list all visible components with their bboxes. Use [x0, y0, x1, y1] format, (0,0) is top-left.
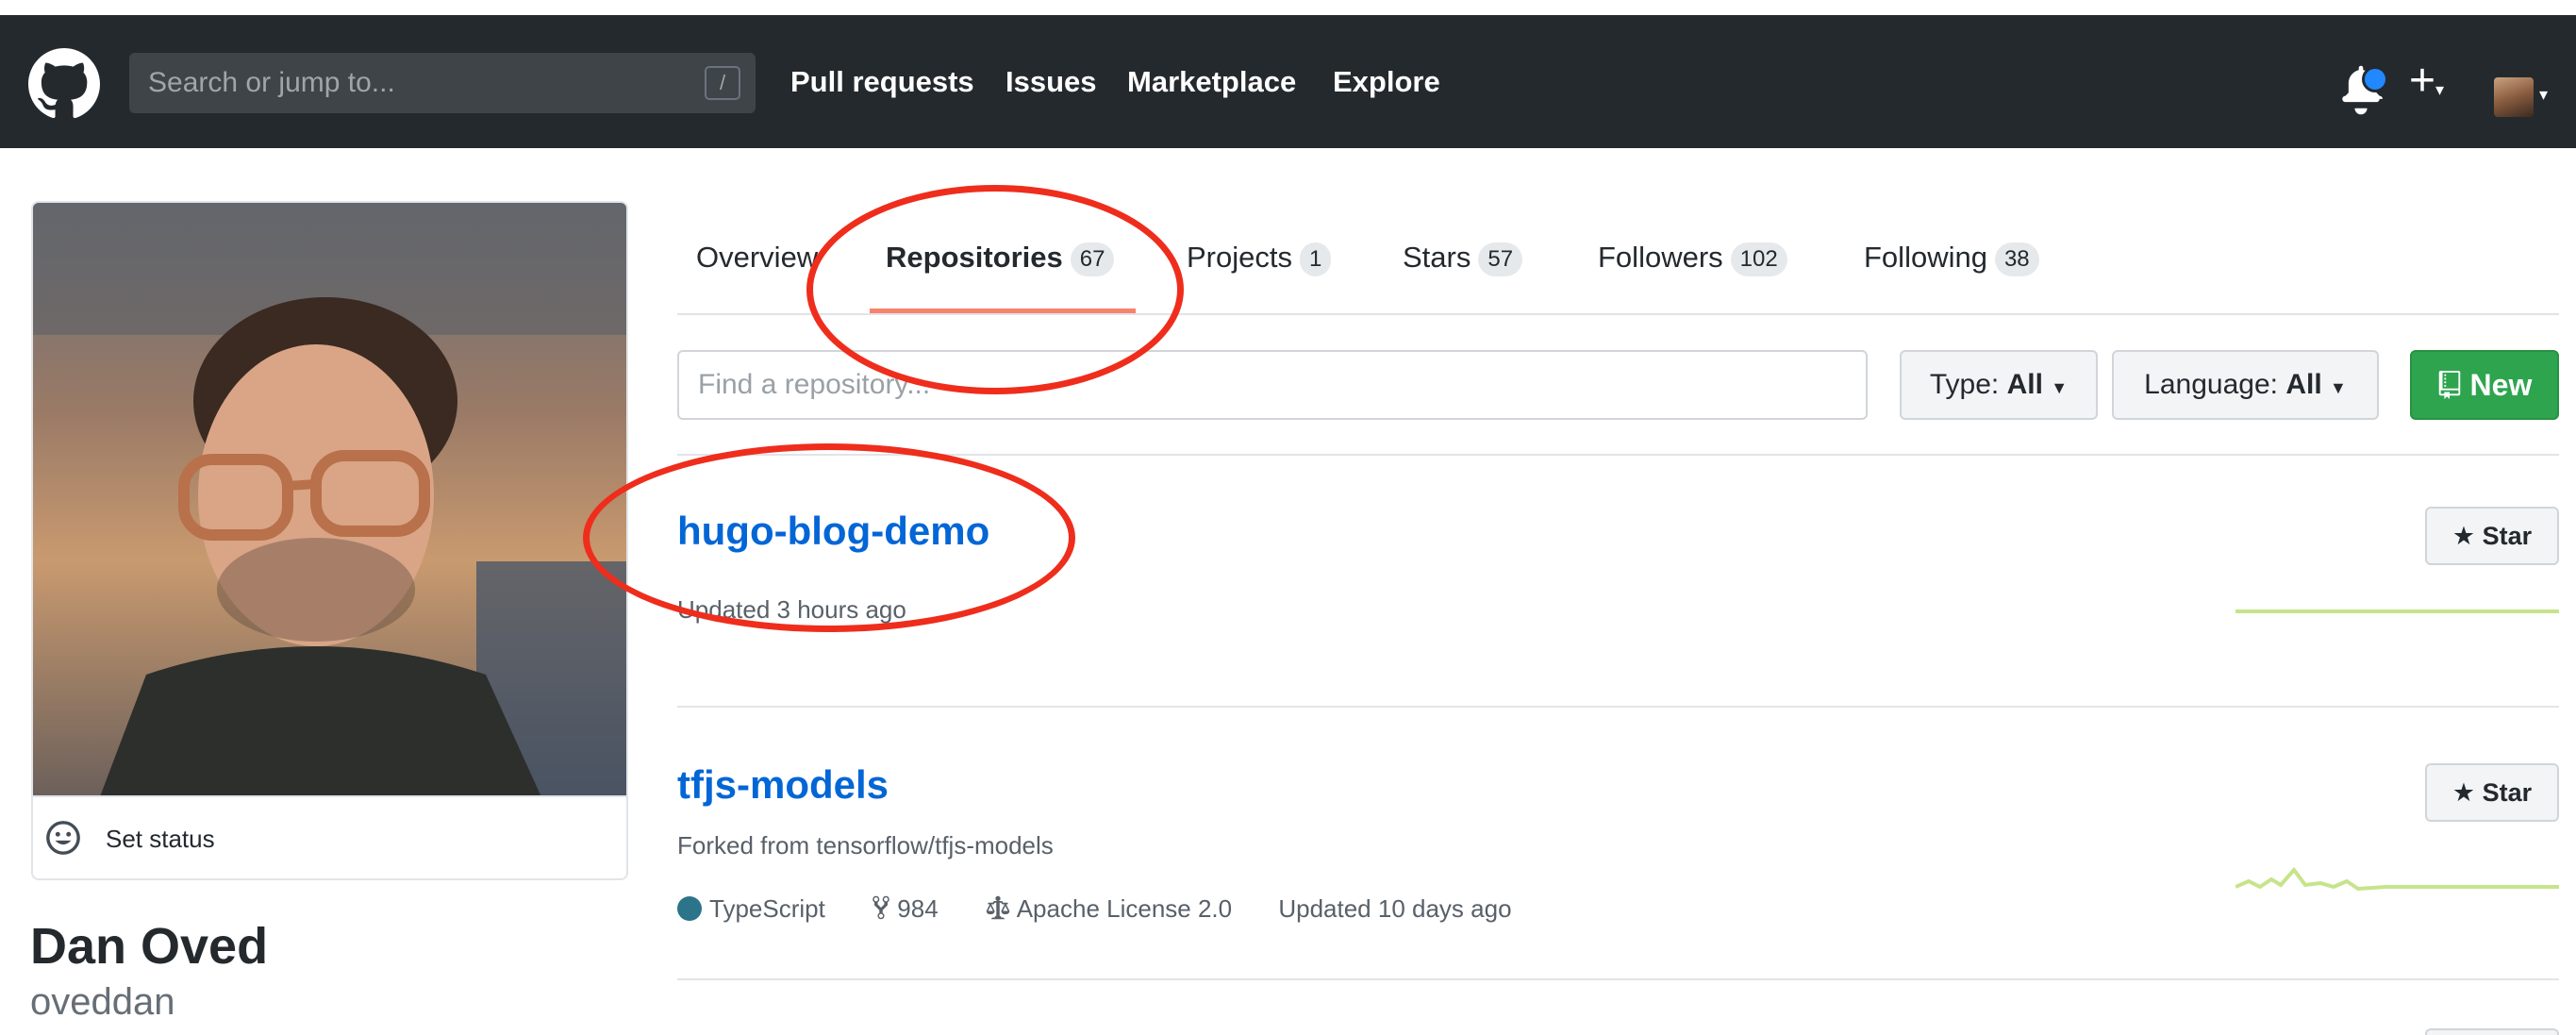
new-repository-button[interactable]: New: [2410, 350, 2559, 420]
chevron-down-icon: ▼: [2051, 378, 2069, 397]
star-button[interactable]: ★ Star: [2425, 507, 2559, 565]
repo-fork-source: Forked from tensorflow/tfjs-models: [677, 831, 1054, 860]
language-label: TypeScript: [709, 894, 825, 923]
nav-pull-requests[interactable]: Pull requests: [790, 15, 974, 148]
list-divider: [677, 454, 2559, 456]
repo-icon: [2438, 371, 2460, 399]
notification-indicator: [2362, 66, 2388, 92]
tab-label: Following: [1864, 241, 1987, 274]
type-filter-dropdown[interactable]: Type: All ▼: [1900, 350, 2098, 420]
repo-license: Apache License 2.0: [985, 894, 1232, 923]
repo-language: TypeScript: [677, 894, 825, 923]
tab-overview[interactable]: Overview: [696, 231, 818, 284]
star-icon: ★: [2451, 778, 2476, 807]
profile-avatar[interactable]: [31, 201, 628, 797]
tab-counter: 1: [1299, 242, 1332, 276]
activity-sparkline: [2235, 866, 2559, 892]
law-scale-icon: [986, 895, 1010, 920]
annotation-circle-repo-name: [583, 443, 1075, 632]
star-button-label: Star: [2482, 522, 2533, 550]
tab-projects[interactable]: Projects 1: [1187, 231, 1332, 284]
tab-label: Followers: [1598, 241, 1723, 274]
repo-link-tfjs-models[interactable]: tfjs-models: [677, 762, 889, 808]
nav-marketplace[interactable]: Marketplace: [1127, 15, 1296, 148]
language-filter-dropdown[interactable]: Language: All ▼: [2112, 350, 2379, 420]
search-shortcut-key: /: [705, 66, 740, 100]
list-divider: [677, 978, 2559, 980]
repo-meta-row: TypeScript 984 Apache License 2.0 Update…: [677, 894, 1512, 924]
fork-count: 984: [897, 894, 939, 923]
tab-counter: 57: [1478, 242, 1523, 276]
global-search[interactable]: /: [129, 53, 756, 113]
tab-followers[interactable]: Followers 102: [1598, 231, 1787, 284]
repo-updated-time: Updated 10 days ago: [1278, 894, 1512, 923]
star-button[interactable]: ★ Star: [2425, 763, 2559, 822]
language-filter-label: Language:: [2144, 369, 2278, 400]
language-filter-value: All: [2285, 369, 2322, 400]
tab-label: Projects: [1187, 241, 1292, 274]
tab-counter: 102: [1730, 242, 1787, 276]
create-new-dropdown[interactable]: +▾: [2409, 55, 2444, 108]
chevron-down-icon[interactable]: ▾: [2539, 85, 2548, 105]
search-input[interactable]: [148, 67, 676, 99]
tab-label: Overview: [696, 241, 819, 274]
star-icon: ★: [2451, 522, 2476, 550]
chevron-down-icon: ▼: [2330, 378, 2347, 397]
profile-username: oveddan: [30, 981, 175, 1023]
star-button[interactable]: [2425, 1028, 2559, 1035]
nav-explore[interactable]: Explore: [1333, 15, 1440, 148]
smiley-icon: [46, 821, 80, 855]
license-label: Apache License 2.0: [1016, 894, 1233, 923]
tab-stars[interactable]: Stars 57: [1403, 231, 1523, 284]
profile-display-name: Dan Oved: [30, 918, 269, 975]
tab-counter: 38: [1994, 242, 2039, 276]
star-button-label: Star: [2482, 778, 2533, 807]
tab-following[interactable]: Following 38: [1864, 231, 2039, 284]
chevron-down-icon: ▾: [2435, 80, 2445, 99]
global-header: / Pull requests Issues Marketplace Explo…: [0, 15, 2576, 148]
annotation-circle-repositories-tab: [806, 185, 1184, 394]
type-filter-label: Type:: [1929, 369, 2000, 400]
fork-icon: [873, 895, 889, 920]
list-divider: [677, 706, 2559, 708]
plus-icon: +: [2409, 56, 2436, 106]
type-filter-value: All: [2006, 369, 2043, 400]
language-color-dot: [677, 896, 702, 921]
activity-sparkline: [2235, 609, 2559, 613]
profile-photo-image: [33, 203, 626, 795]
user-avatar-menu[interactable]: [2494, 77, 2534, 117]
new-button-label: New: [2469, 368, 2533, 402]
github-logo-icon[interactable]: [28, 48, 100, 120]
set-status-label[interactable]: Set status: [106, 821, 215, 857]
nav-issues[interactable]: Issues: [1005, 15, 1097, 148]
tab-label: Stars: [1403, 241, 1471, 274]
repo-forks[interactable]: 984: [872, 894, 939, 923]
